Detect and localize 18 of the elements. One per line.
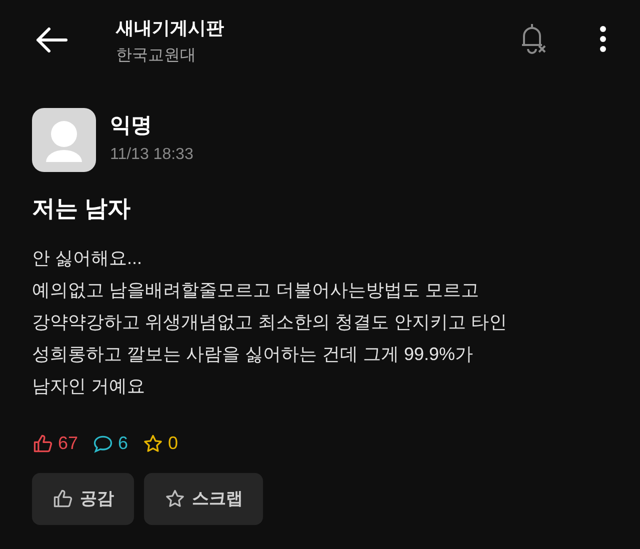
school-name: 한국교원대 [116,46,197,66]
scrap-count: 0 [168,432,178,455]
back-icon[interactable] [34,26,68,54]
scrap-button[interactable]: 스크랩 [144,473,263,525]
post-body: 안 싫어해요... 예의없고 남을배려할줄모르고 더불어사는방법도 모르고 강약약강하고 위생개념없고 최소한의 청결도 안지키고 타인 성희롱하고 깔보는 사람을 싫어하는 건데 그게 99.9%가 남자인 거예요 [31,247,508,398]
post-title: 저는 남자 [31,194,132,223]
author-name: 익명 [110,113,153,139]
like-count: 67 [58,432,78,455]
post-time: 11/13 18:33 [110,145,194,165]
avatar-icon [32,108,96,172]
board-title: 새내기게시판 [116,17,224,40]
star-icon [142,432,164,454]
thumbs-up-icon [32,432,54,454]
comment-count: 6 [118,432,128,455]
like-button[interactable]: 공감 [32,473,134,525]
more-icon[interactable] [600,26,606,52]
star-icon [164,488,186,510]
thumbs-up-icon [52,488,74,510]
